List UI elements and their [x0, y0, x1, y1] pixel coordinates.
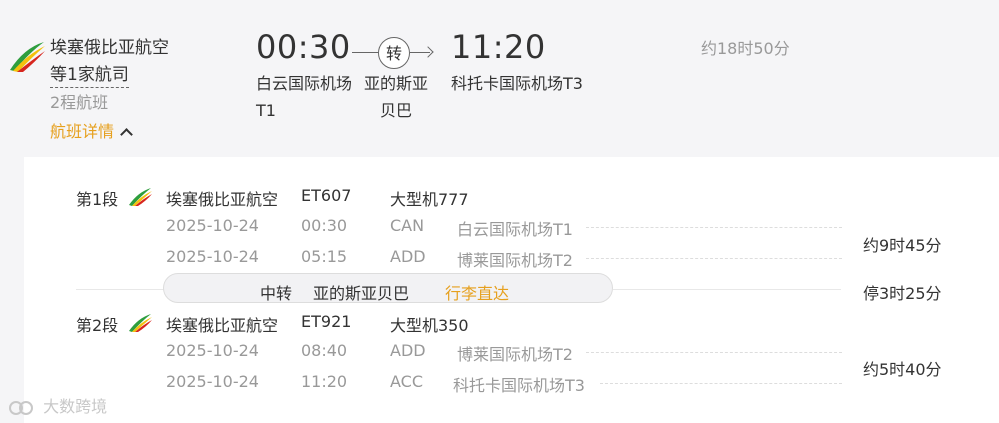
departure-date: 2025-10-24	[166, 216, 259, 235]
airline-logo-icon	[129, 314, 152, 332]
transfer-badge: 转	[378, 37, 410, 69]
departure-airport: 博莱国际机场T2	[457, 345, 573, 364]
flight-details-label: 航班详情	[50, 122, 115, 141]
airline-logo-icon	[129, 188, 152, 206]
watermark-text: 大数跨境	[43, 397, 108, 416]
transfer-label: 中转	[260, 284, 293, 303]
segment-airline: 埃塞俄比亚航空	[166, 316, 279, 335]
arrival-code: ACC	[390, 372, 424, 391]
row-divider	[600, 383, 842, 384]
flight-number: ET607	[301, 186, 352, 205]
segments-count: 2程航班	[50, 93, 109, 112]
departure-time: 00:30	[256, 28, 351, 66]
departure-airport: 白云国际机场T1	[256, 74, 353, 120]
arrival-time: 11:20	[451, 28, 546, 66]
watermark: 大数跨境	[8, 393, 107, 417]
departure-time: 00:30	[301, 216, 348, 235]
segment-label: 第1段	[76, 190, 119, 209]
row-divider	[586, 352, 842, 353]
airline-logo-icon	[10, 42, 45, 72]
flight-number: ET921	[301, 312, 352, 331]
transfer-divider	[76, 289, 164, 290]
layover-duration: 停3时25分	[863, 284, 942, 303]
airline-name: 埃塞俄比亚航空	[50, 38, 169, 58]
segment-duration: 约5时40分	[863, 360, 942, 379]
departure-airport: 白云国际机场T1	[457, 220, 573, 239]
arrival-code: ADD	[390, 247, 426, 266]
arrival-airport: 博莱国际机场T2	[457, 251, 573, 270]
row-divider	[586, 227, 842, 228]
baggage-through-badge: 行李直达	[445, 284, 510, 303]
row-divider	[586, 258, 842, 259]
more-airlines-link[interactable]: 等1家航司	[50, 60, 129, 88]
aircraft-type: 大型机350	[390, 316, 469, 335]
segment-label: 第2段	[76, 316, 119, 335]
arrival-date: 2025-10-24	[166, 372, 259, 391]
transfer-divider	[613, 289, 841, 290]
departure-time: 08:40	[301, 341, 348, 360]
transfer-city: 亚的斯亚贝巴	[363, 74, 428, 120]
total-duration: 约18时50分	[701, 39, 790, 58]
aircraft-type: 大型机777	[390, 190, 469, 209]
arrow-right-icon	[422, 46, 434, 58]
departure-code: CAN	[390, 216, 425, 235]
flight-details-toggle[interactable]: 航班详情	[50, 118, 133, 142]
chevron-up-icon	[120, 128, 133, 141]
departure-date: 2025-10-24	[166, 341, 259, 360]
arrival-airport: 科托卡国际机场T3	[453, 376, 585, 395]
arrival-time: 11:20	[301, 372, 348, 391]
route-line	[352, 52, 380, 53]
transfer-city: 亚的斯亚贝巴	[313, 284, 410, 303]
arrival-time: 05:15	[301, 247, 348, 266]
segment-duration: 约9时45分	[863, 236, 942, 255]
watermark-logo-icon	[9, 400, 33, 415]
departure-code: ADD	[390, 341, 426, 360]
arrival-airport: 科托卡国际机场T3	[451, 74, 583, 93]
segment-airline: 埃塞俄比亚航空	[166, 190, 279, 209]
arrival-date: 2025-10-24	[166, 247, 259, 266]
